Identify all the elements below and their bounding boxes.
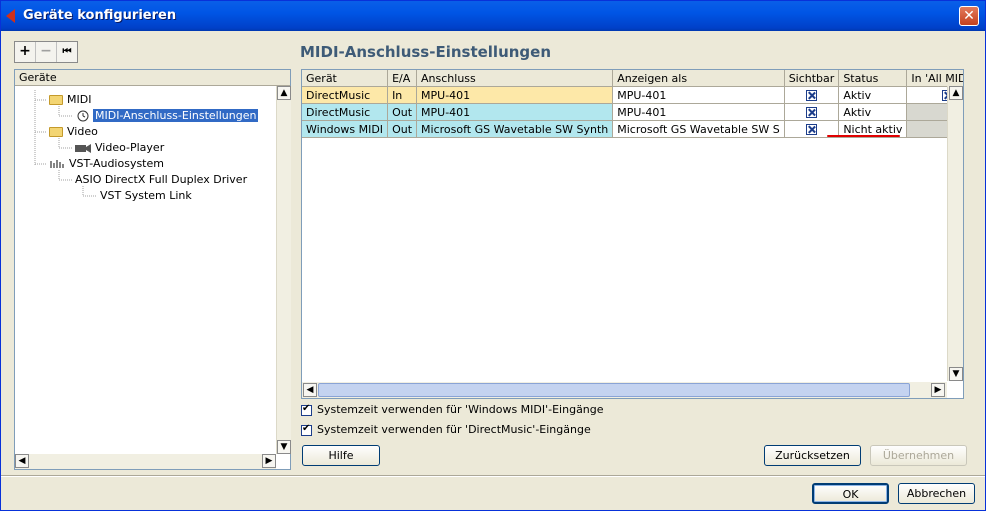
directmusic-checkbox[interactable] <box>301 423 312 436</box>
scroll-up-icon[interactable]: ▲ <box>277 86 291 100</box>
clock-icon <box>77 110 89 122</box>
column-header-geraet[interactable]: Gerät <box>302 70 389 87</box>
folder-icon <box>49 95 63 105</box>
highlight-underline <box>827 135 900 137</box>
tree-vertical-scrollbar[interactable]: ▲ ▼ <box>276 86 291 454</box>
scroll-left-icon[interactable]: ◀ <box>303 383 317 397</box>
column-header-sichtbar[interactable]: Sichtbar <box>784 70 840 87</box>
tree-item-midi-anschluss-einstellungen[interactable]: MIDI-Anschluss-Einstellungen <box>77 109 259 123</box>
reset-button[interactable]: Zurücksetzen <box>764 445 861 466</box>
tree-item-vst-audiosystem[interactable]: VST-Audiosystem <box>49 157 164 171</box>
scroll-down-icon[interactable]: ▼ <box>277 440 291 454</box>
tree-item-label: MIDI-Anschluss-Einstellungen <box>93 109 259 122</box>
help-button[interactable]: Hilfe <box>302 445 380 466</box>
cell-anzeigen-als[interactable]: MPU-401 <box>612 86 785 104</box>
tree-item-vst-system-link[interactable]: VST System Link <box>100 189 192 203</box>
table-horizontal-scrollbar[interactable]: ◀ ▶ <box>302 382 947 398</box>
tree-item-label: MIDI <box>67 93 92 106</box>
cell-status: Aktiv <box>838 103 908 121</box>
cell-ea: In <box>387 86 418 104</box>
title-bar[interactable]: Geräte konfigurieren ✕ <box>1 1 985 31</box>
table-row[interactable]: DirectMusic In MPU-401 MPU-401 Aktiv <box>302 86 963 104</box>
close-button[interactable]: ✕ <box>959 6 979 26</box>
app-icon <box>6 9 15 23</box>
tree-item-label: VST System Link <box>100 189 192 202</box>
scroll-down-icon[interactable]: ▼ <box>949 367 963 381</box>
windows-midi-checkbox[interactable] <box>301 403 312 416</box>
midi-port-table: Gerät E/A Anschluss Anzeigen als Sichtba… <box>301 69 964 399</box>
scroll-up-icon[interactable]: ▲ <box>949 86 963 100</box>
tree-toolbar: + − ⏮ <box>14 41 78 63</box>
cell-geraet: DirectMusic <box>302 86 389 104</box>
tree-item-video[interactable]: Video <box>49 125 98 139</box>
cell-geraet: Windows MIDI <box>302 120 389 138</box>
reset-device-button[interactable]: ⏮ <box>57 42 77 62</box>
scroll-left-icon[interactable]: ◀ <box>15 454 29 468</box>
scroll-thumb[interactable] <box>318 383 910 397</box>
tree-item-label: VST-Audiosystem <box>69 157 164 170</box>
device-tree: Geräte MIDI MIDI-Anschluss-Einstellungen… <box>14 69 291 470</box>
folder-icon <box>49 127 63 137</box>
add-device-button[interactable]: + <box>15 42 36 62</box>
column-header-status[interactable]: Status <box>838 70 908 87</box>
cell-ea: Out <box>387 103 418 121</box>
cell-anschluss: MPU-401 <box>416 86 614 104</box>
cell-sichtbar[interactable] <box>784 103 840 121</box>
cell-anzeigen-als[interactable]: Microsoft GS Wavetable SW S <box>612 120 785 138</box>
tree-item-label: Video <box>67 125 98 138</box>
audio-icon <box>50 160 64 168</box>
tree-header[interactable]: Geräte <box>15 70 290 86</box>
tree-horizontal-scrollbar[interactable]: ◀ ▶ <box>15 454 276 469</box>
option-label: Systemzeit verwenden für 'Windows MIDI'-… <box>317 403 604 416</box>
tree-item-label: ASIO DirectX Full Duplex Driver <box>75 173 248 186</box>
cell-status: Aktiv <box>838 86 908 104</box>
cell-geraet: DirectMusic <box>302 103 389 121</box>
visible-checkbox[interactable] <box>806 90 817 101</box>
tree-item-video-player[interactable]: Video-Player <box>75 141 164 155</box>
port-table: Gerät E/A Anschluss Anzeigen als Sichtba… <box>302 70 963 138</box>
column-header-anschluss[interactable]: Anschluss <box>416 70 614 87</box>
visible-checkbox[interactable] <box>806 107 817 118</box>
table-row[interactable]: DirectMusic Out MPU-401 MPU-401 Aktiv <box>302 103 963 121</box>
column-header-all-midi-in[interactable]: In 'All MIDI In <box>906 70 963 87</box>
scroll-right-icon[interactable]: ▶ <box>262 454 276 468</box>
cell-anschluss: MPU-401 <box>416 103 614 121</box>
column-header-anzeigen-als[interactable]: Anzeigen als <box>612 70 785 87</box>
cancel-button[interactable]: Abbrechen <box>898 483 975 504</box>
window-title: Geräte konfigurieren <box>23 8 177 23</box>
option-windows-midi[interactable]: Systemzeit verwenden für 'Windows MIDI'-… <box>301 403 604 416</box>
remove-device-button[interactable]: − <box>36 42 57 62</box>
cell-sichtbar[interactable] <box>784 86 840 104</box>
cell-anschluss: Microsoft GS Wavetable SW Synth <box>416 120 614 138</box>
option-label: Systemzeit verwenden für 'DirectMusic'-E… <box>317 423 591 436</box>
tree-item-asio-driver[interactable]: ASIO DirectX Full Duplex Driver <box>75 173 247 187</box>
panel-title: MIDI-Anschluss-Einstellungen <box>300 43 552 61</box>
option-directmusic[interactable]: Systemzeit verwenden für 'DirectMusic'-E… <box>301 423 591 436</box>
footer-separator <box>1 475 985 477</box>
table-header-row: Gerät E/A Anschluss Anzeigen als Sichtba… <box>302 70 963 87</box>
cell-ea: Out <box>387 120 418 138</box>
ok-button[interactable]: OK <box>812 483 889 504</box>
tree-item-label: Video-Player <box>95 141 165 154</box>
apply-button[interactable]: Übernehmen <box>870 445 967 466</box>
scroll-right-icon[interactable]: ▶ <box>931 383 945 397</box>
cell-anzeigen-als[interactable]: MPU-401 <box>612 103 785 121</box>
column-header-ea[interactable]: E/A <box>387 70 418 87</box>
dialog-window: Geräte konfigurieren ✕ + − ⏮ MIDI-Anschl… <box>0 0 986 511</box>
tree-item-midi[interactable]: MIDI <box>49 93 91 107</box>
visible-checkbox[interactable] <box>806 124 817 135</box>
video-player-icon <box>75 144 91 153</box>
table-vertical-scrollbar[interactable]: ▲ ▼ <box>947 86 963 381</box>
